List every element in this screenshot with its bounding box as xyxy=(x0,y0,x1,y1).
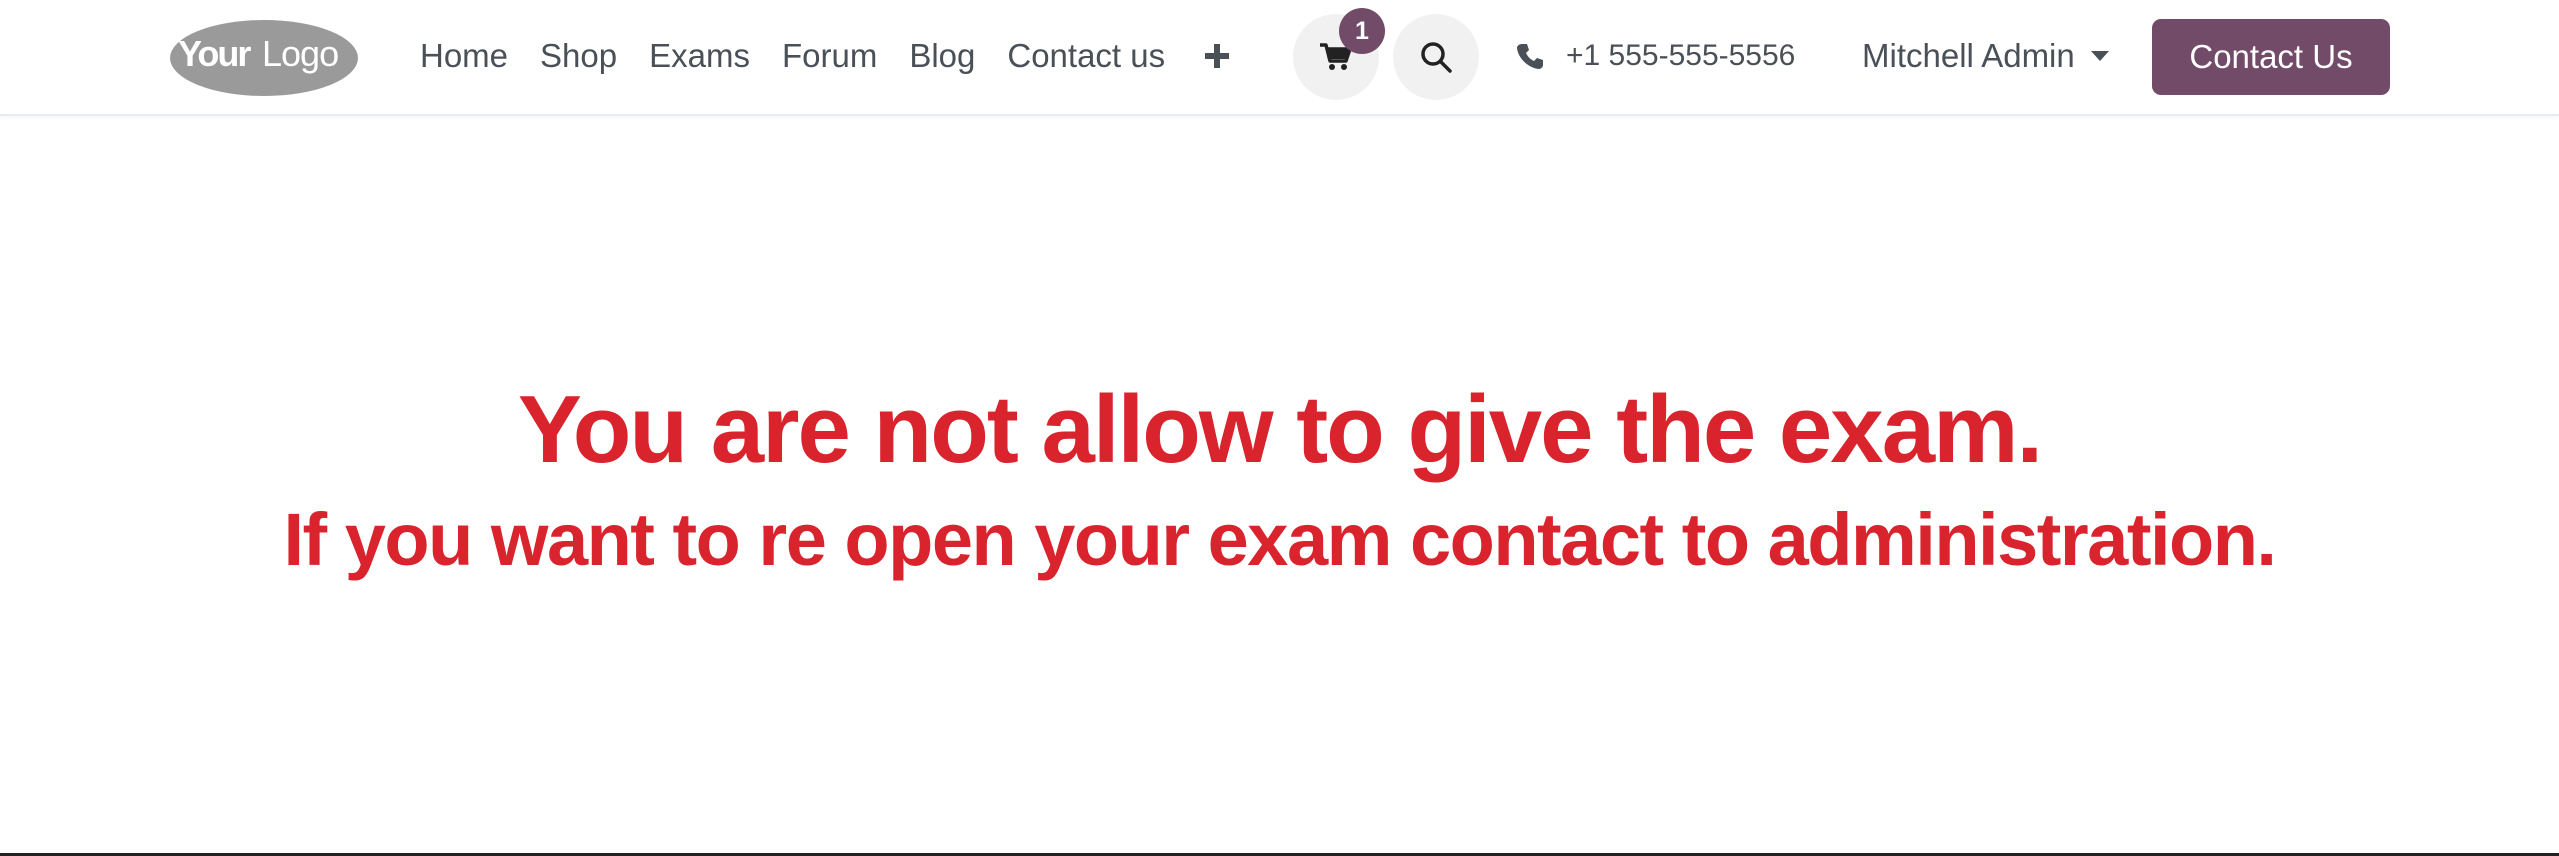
plus-icon[interactable] xyxy=(1197,28,1237,84)
search-icon xyxy=(1421,42,1452,73)
contact-us-button[interactable]: Contact Us xyxy=(2152,19,2390,95)
phone-number: +1 555-555-5556 xyxy=(1566,39,1796,72)
logo-text-light: Logo xyxy=(262,33,338,74)
site-logo[interactable]: Your Logo xyxy=(168,16,360,98)
nav-item-blog[interactable]: Blog xyxy=(893,28,991,84)
site-header: Your Logo Home Shop Exams Forum Blog Con… xyxy=(0,0,2559,116)
user-menu-dropdown[interactable]: Mitchell Admin xyxy=(1862,28,2109,84)
user-name: Mitchell Admin xyxy=(1862,37,2075,74)
cart-count-badge: 1 xyxy=(1339,8,1385,54)
search-button[interactable] xyxy=(1393,14,1479,100)
nav-item-contact-us[interactable]: Contact us xyxy=(991,28,1181,84)
nav-item-shop[interactable]: Shop xyxy=(524,28,633,84)
chevron-down-icon xyxy=(2090,51,2109,61)
nav-item-exams[interactable]: Exams xyxy=(633,28,766,84)
nav-item-home[interactable]: Home xyxy=(404,28,524,84)
phone-contact[interactable]: +1 555-555-5556 xyxy=(1516,28,1795,84)
main-nav: Home Shop Exams Forum Blog Contact us xyxy=(404,28,1237,84)
phone-icon xyxy=(1517,44,1543,69)
nav-item-forum[interactable]: Forum xyxy=(766,28,893,84)
exam-blocked-message: You are not allow to give the exam. If y… xyxy=(0,370,2559,590)
error-subheading: If you want to re open your exam contact… xyxy=(283,498,2278,581)
logo-image: Your Logo xyxy=(170,20,358,96)
logo-text-bold: Your xyxy=(178,33,251,74)
error-heading: You are not allow to give the exam. xyxy=(517,376,2043,483)
page: Your Logo Home Shop Exams Forum Blog Con… xyxy=(0,0,2559,856)
